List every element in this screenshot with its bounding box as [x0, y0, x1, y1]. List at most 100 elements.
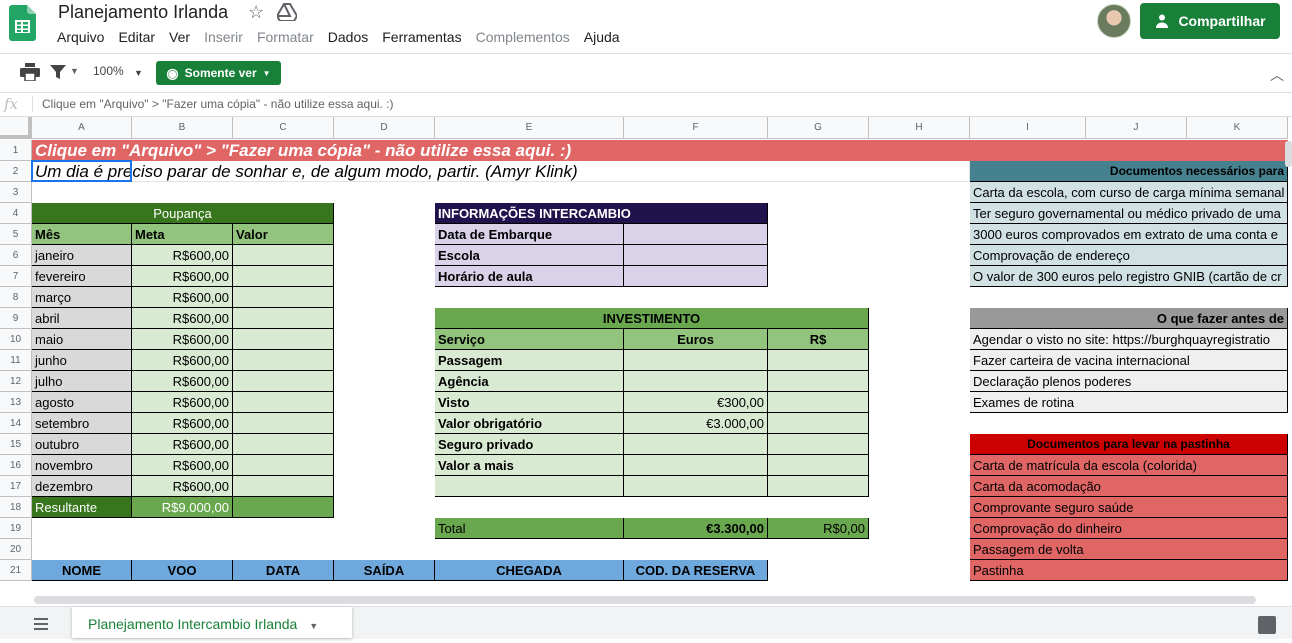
- docs-needed-item[interactable]: Comprovação de endereço: [970, 245, 1288, 266]
- investment-euros[interactable]: [624, 434, 768, 455]
- savings-value[interactable]: [233, 266, 334, 287]
- column-header-i[interactable]: I: [970, 117, 1086, 139]
- row-header-12[interactable]: 12: [0, 371, 32, 392]
- savings-value[interactable]: [233, 287, 334, 308]
- row-header-16[interactable]: 16: [0, 455, 32, 476]
- column-header-j[interactable]: J: [1086, 117, 1187, 139]
- savings-month[interactable]: maio: [32, 329, 132, 350]
- formula-input[interactable]: Clique em "Arquivo" > "Fazer uma cópia" …: [42, 97, 394, 111]
- vertical-scrollbar[interactable]: [1285, 141, 1292, 167]
- docs-needed-item[interactable]: Ter seguro governamental ou médico priva…: [970, 203, 1288, 224]
- savings-month[interactable]: novembro: [32, 455, 132, 476]
- investment-header-brl[interactable]: R$: [768, 329, 869, 350]
- sheet-tab-caret-icon[interactable]: ▼: [309, 621, 318, 631]
- menu-arquivo[interactable]: Arquivo: [57, 29, 104, 45]
- flights-header-0[interactable]: NOME: [32, 560, 132, 581]
- row-header-9[interactable]: 9: [0, 308, 32, 329]
- savings-month[interactable]: julho: [32, 371, 132, 392]
- docs-folder-item[interactable]: Passagem de volta: [970, 539, 1288, 560]
- savings-month[interactable]: setembro: [32, 413, 132, 434]
- investment-service[interactable]: Visto: [435, 392, 624, 413]
- menu-complementos[interactable]: Complementos: [476, 29, 570, 45]
- savings-meta[interactable]: R$600,00: [132, 350, 233, 371]
- savings-meta[interactable]: R$600,00: [132, 308, 233, 329]
- investment-brl[interactable]: [768, 434, 869, 455]
- account-avatar[interactable]: [1097, 4, 1131, 38]
- column-header-a[interactable]: A: [32, 117, 132, 139]
- print-icon[interactable]: [20, 63, 40, 81]
- savings-total-label[interactable]: Resultante: [32, 497, 132, 518]
- investment-euros[interactable]: [624, 350, 768, 371]
- exchange-info-label[interactable]: Horário de aula: [435, 266, 624, 287]
- row-header-17[interactable]: 17: [0, 476, 32, 497]
- exchange-info-value[interactable]: [624, 245, 768, 266]
- todo-before-item[interactable]: Exames de rotina: [970, 392, 1288, 413]
- savings-header-1[interactable]: Meta: [132, 224, 233, 245]
- row-header-19[interactable]: 19: [0, 518, 32, 539]
- column-header-f[interactable]: F: [624, 117, 768, 139]
- select-all-corner[interactable]: [0, 117, 32, 139]
- savings-value[interactable]: [233, 350, 334, 371]
- spreadsheet-grid[interactable]: A B C D E F G H I J K 1 2 3 4 5 6 7 8 9 10 11 12 13 14 15 16 17 18 19…: [0, 117, 1292, 593]
- todo-before-item[interactable]: Agendar o visto no site: https://burghqu…: [970, 329, 1288, 350]
- exchange-info-label[interactable]: Escola: [435, 245, 624, 266]
- docs-folder-title[interactable]: Documentos para levar na pastinha: [970, 434, 1288, 455]
- row-header-18[interactable]: 18: [0, 497, 32, 518]
- docs-folder-item[interactable]: Comprovação do dinheiro: [970, 518, 1288, 539]
- savings-title[interactable]: Poupança: [32, 203, 334, 224]
- row-header-6[interactable]: 6: [0, 245, 32, 266]
- savings-total-value[interactable]: R$9.000,00: [132, 497, 233, 518]
- todo-before-item[interactable]: Fazer carteira de vacina internacional: [970, 350, 1288, 371]
- docs-folder-item[interactable]: Comprovante seguro saúde: [970, 497, 1288, 518]
- sheets-logo-icon[interactable]: [9, 5, 36, 41]
- investment-service[interactable]: Valor a mais: [435, 455, 624, 476]
- savings-value[interactable]: [233, 455, 334, 476]
- savings-meta[interactable]: R$600,00: [132, 455, 233, 476]
- column-header-e[interactable]: E: [435, 117, 624, 139]
- row-header-2[interactable]: 2: [0, 161, 32, 182]
- explore-icon[interactable]: [1258, 616, 1276, 634]
- investment-service[interactable]: Passagem: [435, 350, 624, 371]
- view-only-button[interactable]: ◉ Somente ver ▼: [156, 61, 281, 85]
- menu-formatar[interactable]: Formatar: [257, 29, 314, 45]
- savings-month[interactable]: fevereiro: [32, 266, 132, 287]
- menu-editar[interactable]: Editar: [118, 29, 155, 45]
- savings-total-empty[interactable]: [233, 497, 334, 518]
- savings-value[interactable]: [233, 434, 334, 455]
- row-header-4[interactable]: 4: [0, 203, 32, 224]
- savings-value[interactable]: [233, 392, 334, 413]
- flights-header-4[interactable]: CHEGADA: [435, 560, 624, 581]
- todo-before-item[interactable]: Declaração plenos poderes: [970, 371, 1288, 392]
- savings-month[interactable]: março: [32, 287, 132, 308]
- row-header-5[interactable]: 5: [0, 224, 32, 245]
- exchange-info-label[interactable]: Data de Embarque: [435, 224, 624, 245]
- exchange-info-value[interactable]: [624, 224, 768, 245]
- menu-inserir[interactable]: Inserir: [204, 29, 243, 45]
- sheet-tab-active[interactable]: Planejamento Intercambio Irlanda ▼: [72, 607, 352, 638]
- savings-meta[interactable]: R$600,00: [132, 392, 233, 413]
- savings-month[interactable]: dezembro: [32, 476, 132, 497]
- document-title[interactable]: Planejamento Irlanda: [58, 2, 228, 23]
- savings-meta[interactable]: R$600,00: [132, 434, 233, 455]
- flights-header-2[interactable]: DATA: [233, 560, 334, 581]
- savings-month[interactable]: outubro: [32, 434, 132, 455]
- investment-service[interactable]: Seguro privado: [435, 434, 624, 455]
- savings-meta[interactable]: R$600,00: [132, 266, 233, 287]
- all-sheets-menu-icon[interactable]: [34, 618, 48, 630]
- row-header-21[interactable]: 21: [0, 560, 32, 581]
- row-header-11[interactable]: 11: [0, 350, 32, 371]
- docs-needed-item[interactable]: 3000 euros comprovados em extrato de uma…: [970, 224, 1288, 245]
- savings-month[interactable]: abril: [32, 308, 132, 329]
- row-header-3[interactable]: 3: [0, 182, 32, 203]
- share-button[interactable]: Compartilhar: [1140, 3, 1280, 39]
- menu-dados[interactable]: Dados: [328, 29, 368, 45]
- investment-header-euros[interactable]: Euros: [624, 329, 768, 350]
- docs-folder-item[interactable]: Pastinha: [970, 560, 1288, 581]
- exchange-info-title[interactable]: INFORMAÇÕES INTERCAMBIO: [435, 203, 768, 224]
- menu-ver[interactable]: Ver: [169, 29, 190, 45]
- investment-brl[interactable]: [768, 350, 869, 371]
- todo-before-title[interactable]: O que fazer antes de: [970, 308, 1288, 329]
- docs-folder-item[interactable]: Carta de matrícula da escola (colorida): [970, 455, 1288, 476]
- docs-needed-title[interactable]: Documentos necessários para: [970, 161, 1288, 182]
- column-header-c[interactable]: C: [233, 117, 334, 139]
